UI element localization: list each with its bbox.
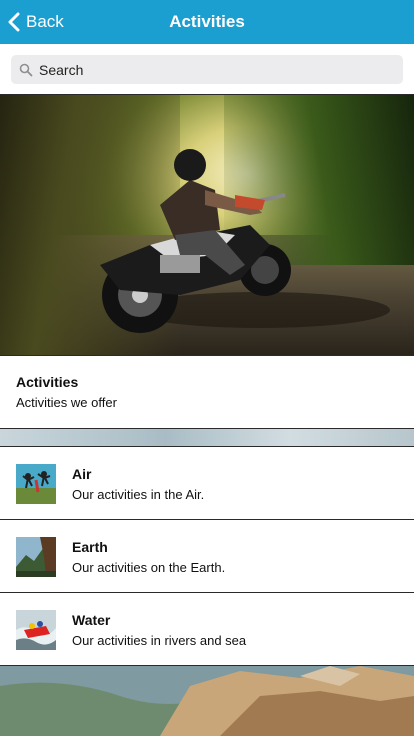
list-item-earth[interactable]: Earth Our activities on the Earth. bbox=[0, 520, 414, 593]
search-input[interactable] bbox=[39, 61, 379, 78]
list-item-subtitle: Our activities on the Earth. bbox=[72, 560, 226, 575]
back-label: Back bbox=[26, 12, 64, 31]
search-icon bbox=[19, 63, 33, 76]
hero-image bbox=[0, 95, 414, 355]
section-subtitle: Activities we offer bbox=[16, 395, 117, 410]
list-item-title: Air bbox=[72, 466, 92, 482]
list-item-subtitle: Our activities in the Air. bbox=[72, 487, 205, 502]
list-item-subtitle: Our activities in rivers and sea bbox=[72, 633, 247, 648]
navigation-bar: Back Activities bbox=[0, 0, 414, 44]
section-title: Activities bbox=[16, 374, 79, 390]
rafting-thumbnail bbox=[16, 610, 56, 650]
skydivers-thumbnail bbox=[16, 464, 56, 504]
rocky-coast-image bbox=[0, 666, 414, 736]
activity-list: Air Our activities in the Air. Earth Our… bbox=[0, 447, 414, 666]
search-bar-container bbox=[0, 44, 414, 95]
list-item-title: Water bbox=[72, 612, 111, 628]
motorcycle-illustration bbox=[100, 149, 390, 333]
chevron-left-icon bbox=[8, 12, 20, 32]
list-item-air[interactable]: Air Our activities in the Air. bbox=[0, 447, 414, 520]
search-bar[interactable] bbox=[11, 55, 403, 84]
list-item-title: Earth bbox=[72, 539, 108, 555]
back-button[interactable]: Back bbox=[8, 0, 64, 44]
cliff-thumbnail bbox=[16, 537, 56, 577]
decorative-image-strip bbox=[0, 428, 414, 447]
list-item-water[interactable]: Water Our activities in rivers and sea bbox=[0, 593, 414, 666]
info-section: Activities Activities we offer bbox=[0, 355, 414, 428]
